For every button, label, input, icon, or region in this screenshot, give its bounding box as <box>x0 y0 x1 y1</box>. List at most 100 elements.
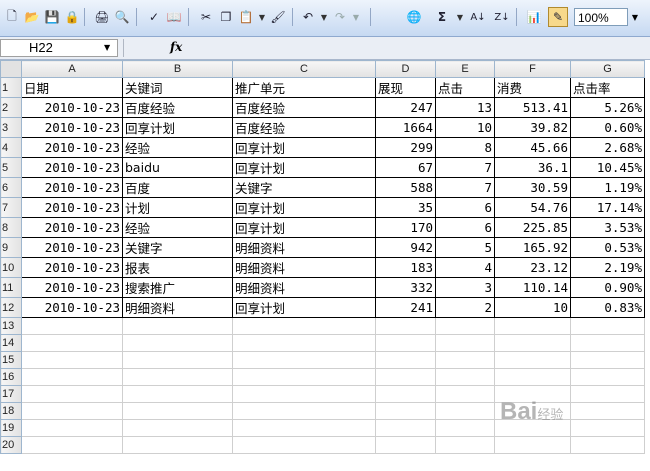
header-cell-cost[interactable]: 消费 <box>494 77 571 98</box>
cell-clicks[interactable]: 3 <box>435 277 495 298</box>
cell-keyword[interactable]: 计划 <box>122 197 233 218</box>
empty-cell[interactable] <box>375 368 436 386</box>
empty-cell[interactable] <box>232 419 376 437</box>
empty-cell[interactable] <box>494 436 571 454</box>
empty-cell[interactable] <box>435 317 495 335</box>
cell-ctr[interactable]: 0.53% <box>570 237 645 258</box>
row-header[interactable]: 4 <box>0 137 22 158</box>
empty-cell[interactable] <box>570 334 645 352</box>
empty-cell[interactable] <box>21 334 123 352</box>
cell-ctr[interactable]: 10.45% <box>570 157 645 178</box>
cell-impressions[interactable]: 247 <box>375 97 436 118</box>
row-header[interactable]: 17 <box>0 385 22 403</box>
redo-dropdown-icon[interactable]: ▼ <box>346 7 366 27</box>
cell-cost[interactable]: 513.41 <box>494 97 571 118</box>
cell-unit[interactable]: 回享计划 <box>232 297 376 318</box>
cell-unit[interactable]: 百度经验 <box>232 97 376 118</box>
row-header[interactable]: 15 <box>0 351 22 369</box>
cell-keyword[interactable]: 百度 <box>122 177 233 198</box>
cell-unit[interactable]: 明细资料 <box>232 257 376 278</box>
cell-keyword[interactable]: 搜索推广 <box>122 277 233 298</box>
cell-ctr[interactable]: 0.60% <box>570 117 645 138</box>
cell-date[interactable]: 2010-10-23 <box>21 277 123 298</box>
empty-cell[interactable] <box>375 419 436 437</box>
empty-cell[interactable] <box>435 419 495 437</box>
name-box[interactable]: H22 <box>0 39 118 57</box>
cell-ctr[interactable]: 5.26% <box>570 97 645 118</box>
row-header[interactable]: 9 <box>0 237 22 258</box>
research-icon[interactable]: 📖 <box>164 7 184 27</box>
row-header[interactable]: 2 <box>0 97 22 118</box>
cell-cost[interactable]: 165.92 <box>494 237 571 258</box>
cell-impressions[interactable]: 170 <box>375 217 436 238</box>
empty-cell[interactable] <box>375 334 436 352</box>
row-header[interactable]: 16 <box>0 368 22 386</box>
cell-impressions[interactable]: 942 <box>375 237 436 258</box>
cell-clicks[interactable]: 4 <box>435 257 495 278</box>
empty-cell[interactable] <box>435 402 495 420</box>
cell-keyword[interactable]: baidu <box>122 157 233 178</box>
row-header[interactable]: 5 <box>0 157 22 178</box>
cut-icon[interactable]: ✂ <box>196 7 216 27</box>
cell-clicks[interactable]: 13 <box>435 97 495 118</box>
cell-keyword[interactable]: 经验 <box>122 217 233 238</box>
empty-cell[interactable] <box>232 317 376 335</box>
empty-cell[interactable] <box>494 368 571 386</box>
header-cell-ctr[interactable]: 点击率 <box>570 77 645 98</box>
permission-icon[interactable]: 🔒 <box>62 7 82 27</box>
empty-cell[interactable] <box>122 368 233 386</box>
empty-cell[interactable] <box>122 351 233 369</box>
cell-date[interactable]: 2010-10-23 <box>21 217 123 238</box>
chart-wizard-icon[interactable]: 📊 <box>524 7 544 27</box>
header-cell-date[interactable]: 日期 <box>21 77 123 98</box>
empty-cell[interactable] <box>435 436 495 454</box>
cell-ctr[interactable]: 3.53% <box>570 217 645 238</box>
cell-cost[interactable]: 39.82 <box>494 117 571 138</box>
empty-cell[interactable] <box>375 385 436 403</box>
column-header[interactable]: C <box>232 60 376 78</box>
cell-cost[interactable]: 30.59 <box>494 177 571 198</box>
cell-date[interactable]: 2010-10-23 <box>21 157 123 178</box>
cell-ctr[interactable]: 2.68% <box>570 137 645 158</box>
cell-ctr[interactable]: 0.83% <box>570 297 645 318</box>
empty-cell[interactable] <box>21 368 123 386</box>
header-cell-impressions[interactable]: 展现 <box>375 77 436 98</box>
copy-icon[interactable]: ❐ <box>216 7 236 27</box>
header-cell-unit[interactable]: 推广单元 <box>232 77 376 98</box>
empty-cell[interactable] <box>494 351 571 369</box>
cell-unit[interactable]: 回享计划 <box>232 217 376 238</box>
empty-cell[interactable] <box>122 419 233 437</box>
cell-unit[interactable]: 回享计划 <box>232 137 376 158</box>
cell-unit[interactable]: 回享计划 <box>232 157 376 178</box>
cell-keyword[interactable]: 报表 <box>122 257 233 278</box>
empty-cell[interactable] <box>122 385 233 403</box>
empty-cell[interactable] <box>435 385 495 403</box>
empty-cell[interactable] <box>21 317 123 335</box>
empty-cell[interactable] <box>375 317 436 335</box>
cell-clicks[interactable]: 2 <box>435 297 495 318</box>
cell-cost[interactable]: 23.12 <box>494 257 571 278</box>
column-header[interactable]: A <box>21 60 123 78</box>
cell-keyword[interactable]: 百度经验 <box>122 97 233 118</box>
cell-clicks[interactable]: 7 <box>435 157 495 178</box>
empty-cell[interactable] <box>21 436 123 454</box>
cell-impressions[interactable]: 1664 <box>375 117 436 138</box>
cell-clicks[interactable]: 10 <box>435 117 495 138</box>
empty-cell[interactable] <box>375 436 436 454</box>
cell-impressions[interactable]: 35 <box>375 197 436 218</box>
cell-impressions[interactable]: 183 <box>375 257 436 278</box>
empty-cell[interactable] <box>21 419 123 437</box>
cell-unit[interactable]: 明细资料 <box>232 277 376 298</box>
empty-cell[interactable] <box>435 368 495 386</box>
cell-impressions[interactable]: 241 <box>375 297 436 318</box>
drawing-icon[interactable]: ✎ <box>548 7 568 27</box>
spelling-icon[interactable]: ✓ <box>144 7 164 27</box>
cell-ctr[interactable]: 0.90% <box>570 277 645 298</box>
cell-cost[interactable]: 54.76 <box>494 197 571 218</box>
cell-impressions[interactable]: 67 <box>375 157 436 178</box>
cell-keyword[interactable]: 经验 <box>122 137 233 158</box>
row-header[interactable]: 11 <box>0 277 22 298</box>
row-header[interactable]: 12 <box>0 297 22 318</box>
cell-unit[interactable]: 百度经验 <box>232 117 376 138</box>
cell-keyword[interactable]: 明细资料 <box>122 297 233 318</box>
